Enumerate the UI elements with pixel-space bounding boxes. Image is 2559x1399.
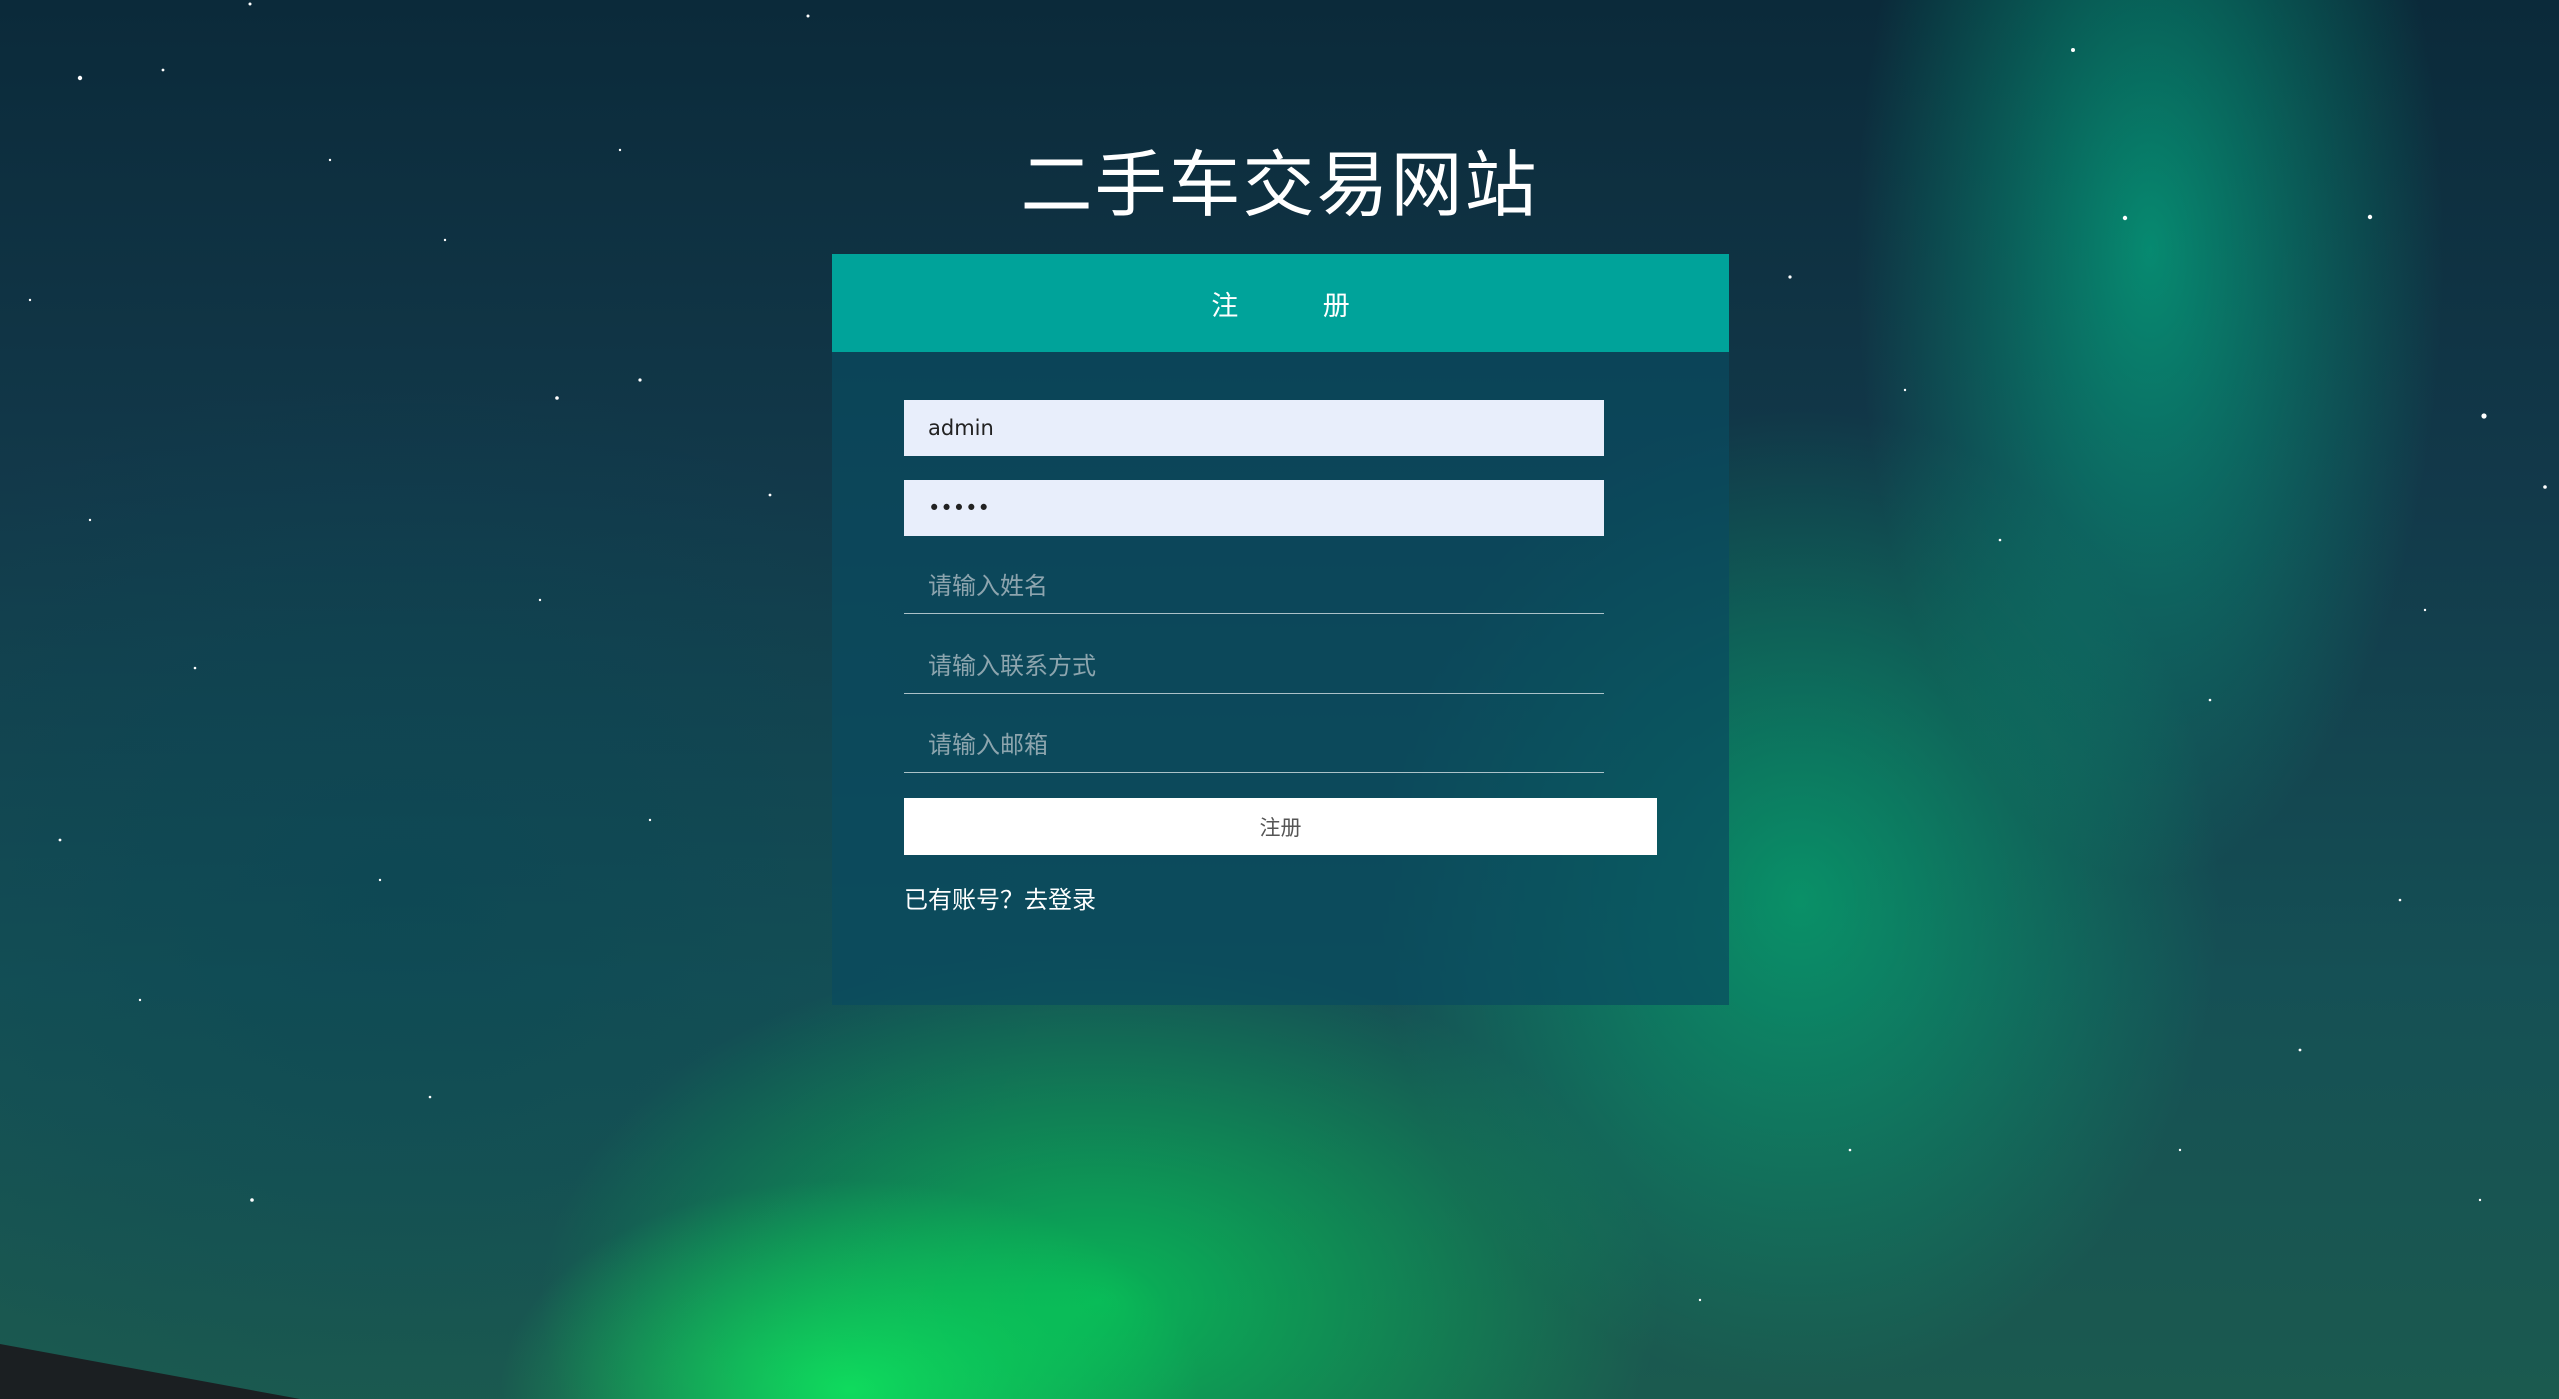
register-submit-button[interactable]: 注册 <box>904 798 1657 855</box>
contact-input[interactable] <box>904 638 1604 694</box>
register-card: 注 册 注册 已有账号？去登录 <box>832 254 1729 1005</box>
site-title: 二手车交易网站 <box>1020 143 1539 228</box>
foreground-hill-silhouette <box>0 1344 300 1399</box>
username-input[interactable] <box>904 400 1604 456</box>
password-input[interactable] <box>904 480 1604 536</box>
name-input[interactable] <box>904 558 1604 614</box>
register-card-header: 注 册 <box>832 254 1729 352</box>
email-input[interactable] <box>904 717 1604 773</box>
go-to-login-link[interactable]: 已有账号？去登录 <box>904 880 1096 915</box>
